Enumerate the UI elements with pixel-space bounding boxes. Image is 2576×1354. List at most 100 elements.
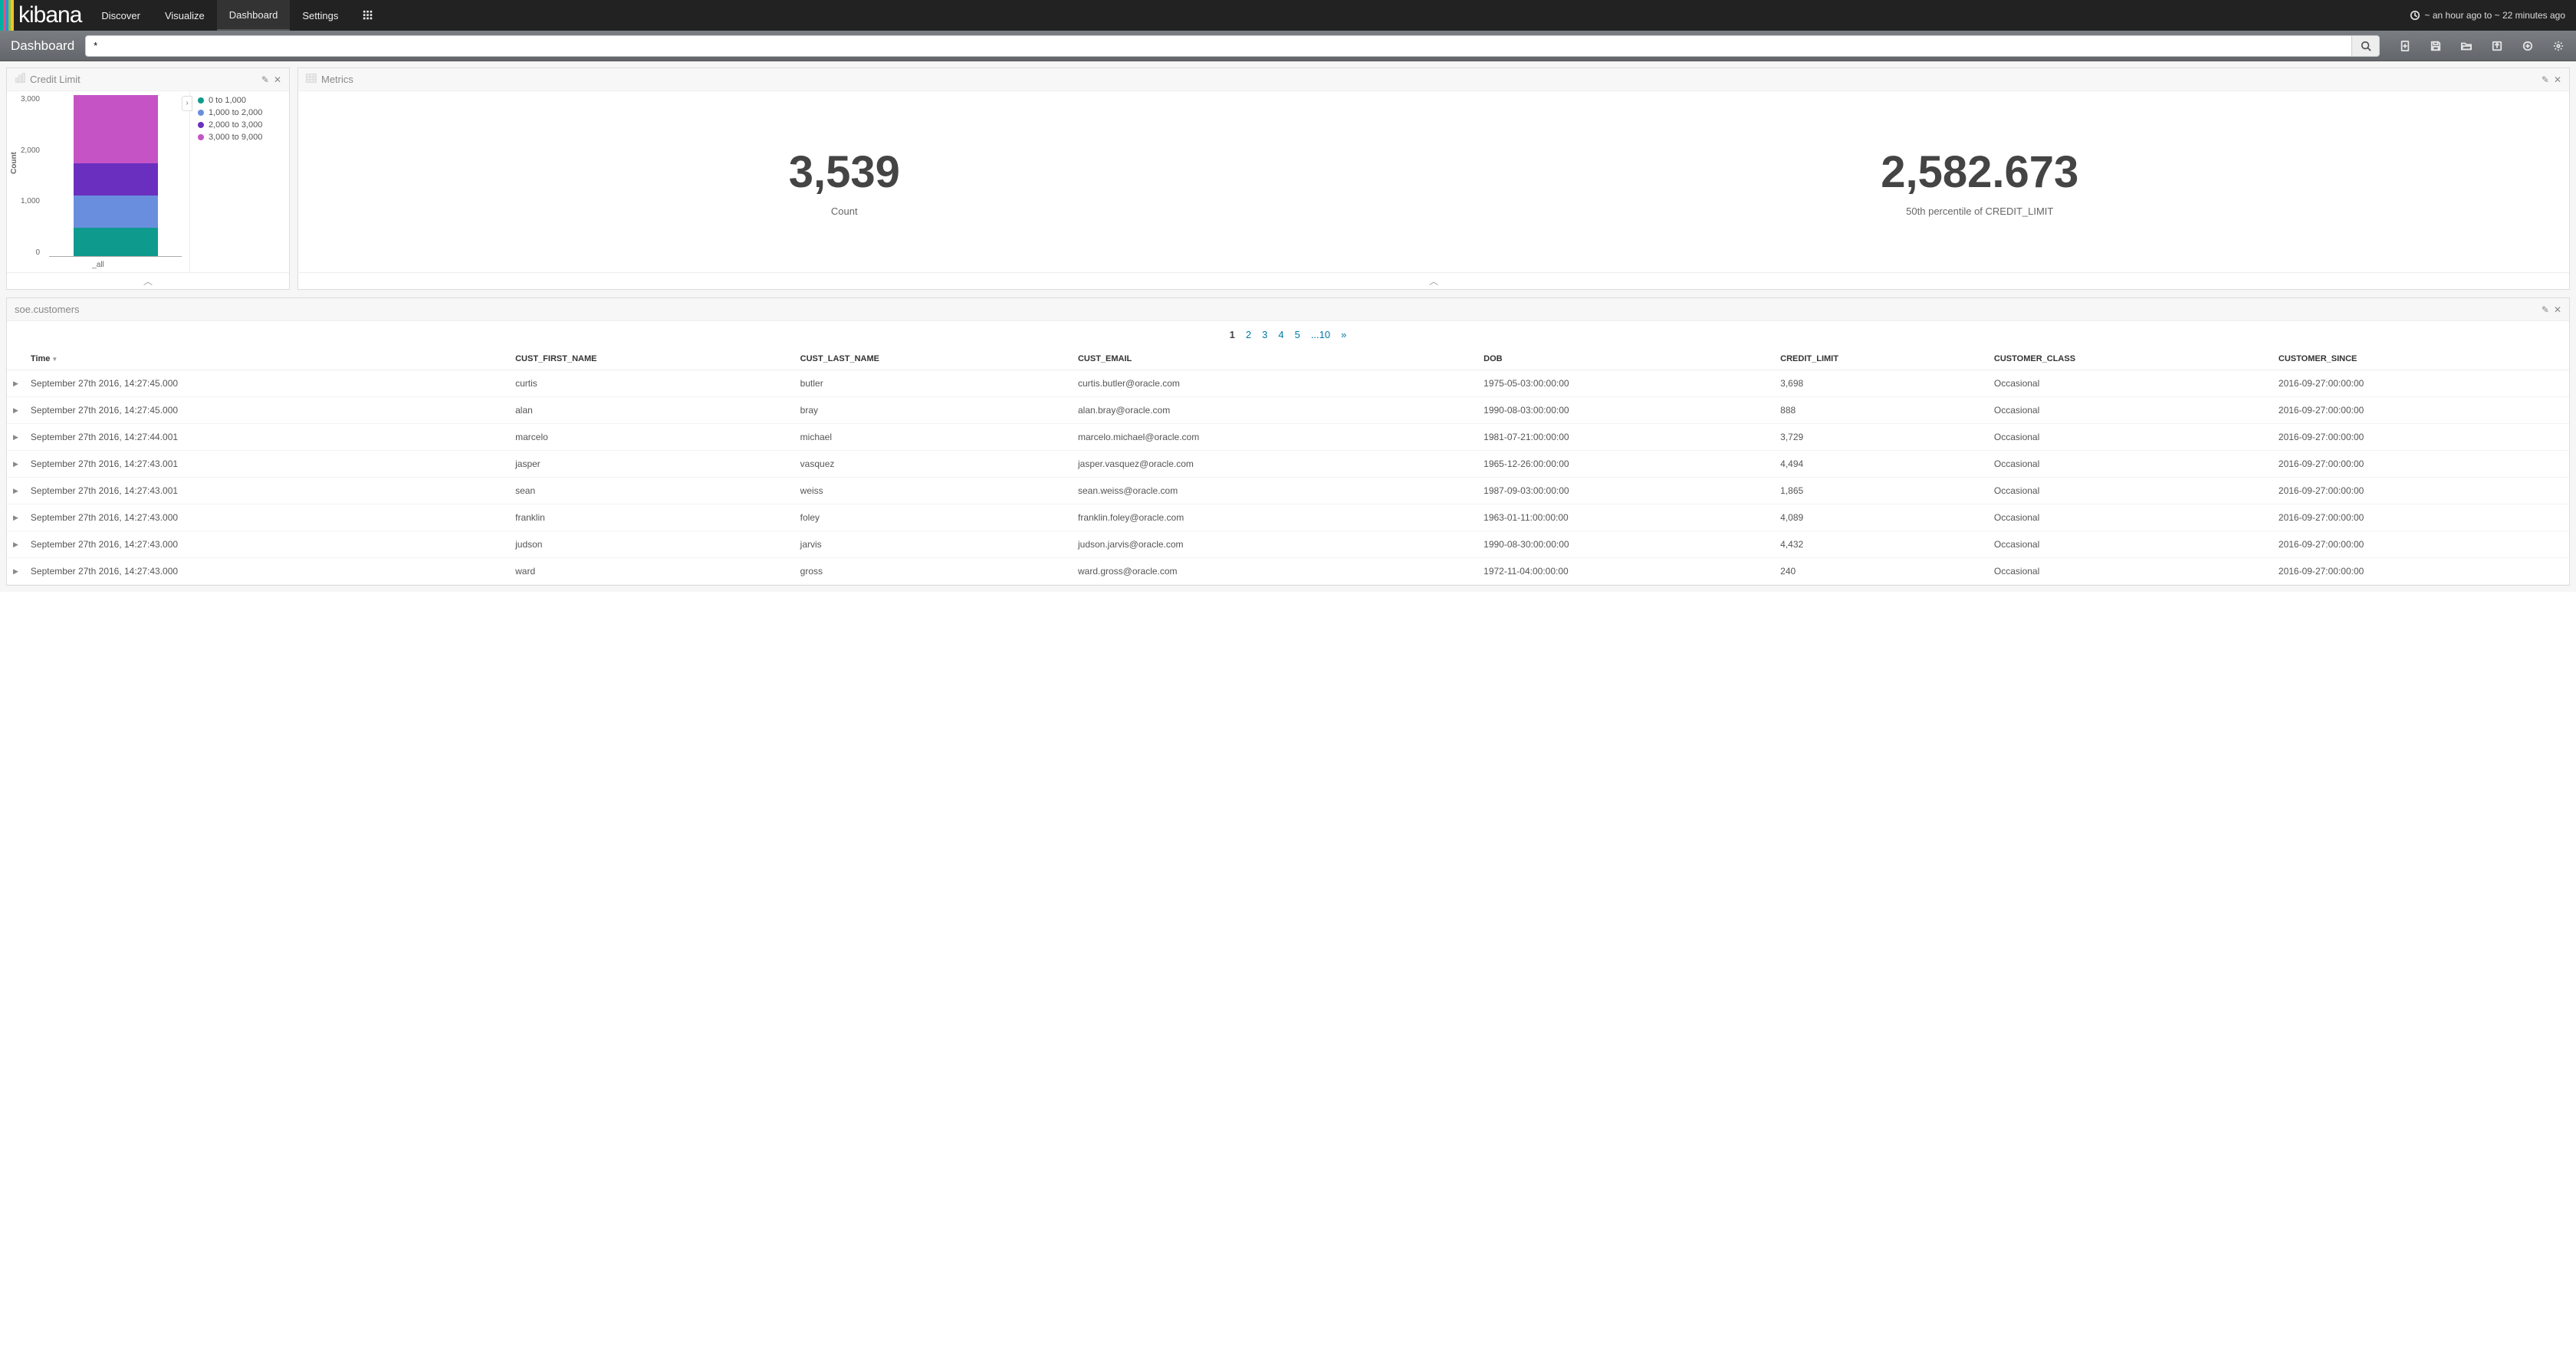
page-link[interactable]: ...10 [1311,329,1330,340]
new-dashboard-icon[interactable] [2394,35,2417,57]
table-cell: September 27th 2016, 14:27:43.001 [25,451,509,478]
table-cell: 888 [1774,397,1988,424]
page-link[interactable]: 1 [1230,329,1235,340]
edit-icon[interactable]: ✎ [2542,304,2549,315]
table-cell: gross [794,558,1072,585]
expand-row-icon[interactable]: ▶ [7,451,25,478]
collapse-handle[interactable]: ︿ [7,272,289,289]
edit-icon[interactable]: ✎ [261,74,269,85]
table-cell: September 27th 2016, 14:27:43.001 [25,478,509,504]
legend-label: 2,000 to 3,000 [209,120,262,130]
logo-bars [0,0,14,31]
time-picker[interactable]: ~ an hour ago to ~ 22 minutes ago [2399,0,2576,31]
expand-row-icon[interactable]: ▶ [7,370,25,397]
stacked-bar[interactable] [74,95,158,256]
table-cell: marcelo.michael@oracle.com [1072,424,1477,451]
table-row: ▶September 27th 2016, 14:27:43.001jasper… [7,451,2569,478]
nav-link-discover[interactable]: Discover [89,0,153,31]
table-cell: Occasional [1988,451,2272,478]
options-icon[interactable] [2547,35,2570,57]
bar-segment[interactable] [74,228,158,256]
table-cell: Occasional [1988,397,2272,424]
table-row: ▶September 27th 2016, 14:27:45.000curtis… [7,370,2569,397]
table-row: ▶September 27th 2016, 14:27:44.001marcel… [7,424,2569,451]
table-cell: jasper [509,451,794,478]
table-cell: Occasional [1988,558,2272,585]
nav-link-visualize[interactable]: Visualize [153,0,217,31]
table-cell: September 27th 2016, 14:27:43.000 [25,531,509,558]
open-icon[interactable] [2455,35,2478,57]
legend-item[interactable]: 0 to 1,000 [198,96,281,105]
table-cell: September 27th 2016, 14:27:45.000 [25,370,509,397]
column-header[interactable]: Time▼ [25,348,509,370]
nav-link-settings[interactable]: Settings [290,0,350,31]
nav-links: DiscoverVisualizeDashboardSettings [89,0,350,31]
legend-item[interactable]: 2,000 to 3,000 [198,120,281,130]
page-link[interactable]: 3 [1262,329,1267,340]
nav-link-dashboard[interactable]: Dashboard [217,0,291,31]
table-cell: jasper.vasquez@oracle.com [1072,451,1477,478]
collapse-handle[interactable]: ︿ [298,272,2569,289]
table-cell: 3,729 [1774,424,1988,451]
expand-row-icon[interactable]: ▶ [7,531,25,558]
page-link[interactable]: 2 [1246,329,1251,340]
app-switcher-icon[interactable] [350,0,386,31]
edit-icon[interactable]: ✎ [2542,74,2549,85]
bar-segment[interactable] [74,196,158,228]
table-cell: 1963-01-11:00:00:00 [1477,504,1774,531]
column-header[interactable]: CUST_FIRST_NAME [509,348,794,370]
table-cell: alan.bray@oracle.com [1072,397,1477,424]
metric-value: 3,539 [789,146,900,198]
close-icon[interactable]: ✕ [2554,304,2561,315]
table-cell: foley [794,504,1072,531]
table-row: ▶September 27th 2016, 14:27:43.000wardgr… [7,558,2569,585]
table-cell: michael [794,424,1072,451]
pagination: 1234 5 ...10 » [7,321,2569,348]
expand-row-icon[interactable]: ▶ [7,397,25,424]
chart-canvas[interactable]: Count 3,0002,0001,0000 _all [7,91,189,272]
column-header[interactable]: CREDIT_LIMIT [1774,348,1988,370]
legend-toggle[interactable]: › [182,96,192,111]
table-cell: marcelo [509,424,794,451]
page-link[interactable]: 4 [1278,329,1283,340]
expand-row-icon[interactable]: ▶ [7,478,25,504]
legend-label: 1,000 to 2,000 [209,108,262,117]
save-icon[interactable] [2424,35,2447,57]
bar-segment[interactable] [74,163,158,196]
search-input[interactable] [85,35,2352,57]
expand-row-icon[interactable]: ▶ [7,504,25,531]
legend-dot [198,122,204,128]
table-cell: 2016-09-27:00:00:00 [2272,478,2569,504]
page-link[interactable]: » [1341,329,1346,340]
table-row: ▶September 27th 2016, 14:27:45.000alanbr… [7,397,2569,424]
page-link[interactable]: 5 [1295,329,1300,340]
table-cell: 1965-12-26:00:00:00 [1477,451,1774,478]
dashboard-actions [2386,35,2570,57]
table-cell: September 27th 2016, 14:27:45.000 [25,397,509,424]
sort-desc-icon: ▼ [51,356,58,363]
search-button[interactable] [2352,35,2380,57]
column-header[interactable]: CUSTOMER_SINCE [2272,348,2569,370]
credit-limit-panel: Credit Limit ✎ ✕ Count 3,0002,0001,0000 … [6,67,290,290]
add-panel-icon[interactable] [2516,35,2539,57]
legend-item[interactable]: 3,000 to 9,000 [198,133,281,142]
column-header[interactable]: CUST_EMAIL [1072,348,1477,370]
logo-text: kibana [14,0,89,31]
share-icon[interactable] [2486,35,2509,57]
column-header[interactable]: CUST_LAST_NAME [794,348,1072,370]
clock-icon [2410,10,2420,21]
table-cell: franklin.foley@oracle.com [1072,504,1477,531]
expand-row-icon[interactable]: ▶ [7,558,25,585]
close-icon[interactable]: ✕ [274,74,281,85]
expand-row-icon[interactable]: ▶ [7,424,25,451]
column-header[interactable]: DOB [1477,348,1774,370]
y-axis-ticks: 3,0002,0001,0000 [15,95,40,257]
table-cell: 4,494 [1774,451,1988,478]
bar-segment[interactable] [74,95,158,163]
close-icon[interactable]: ✕ [2554,74,2561,85]
legend-item[interactable]: 1,000 to 2,000 [198,108,281,117]
table-cell: 2016-09-27:00:00:00 [2272,451,2569,478]
panel-title: Metrics [321,74,353,85]
column-header[interactable]: CUSTOMER_CLASS [1988,348,2272,370]
time-range-text: ~ an hour ago to ~ 22 minutes ago [2425,10,2565,21]
